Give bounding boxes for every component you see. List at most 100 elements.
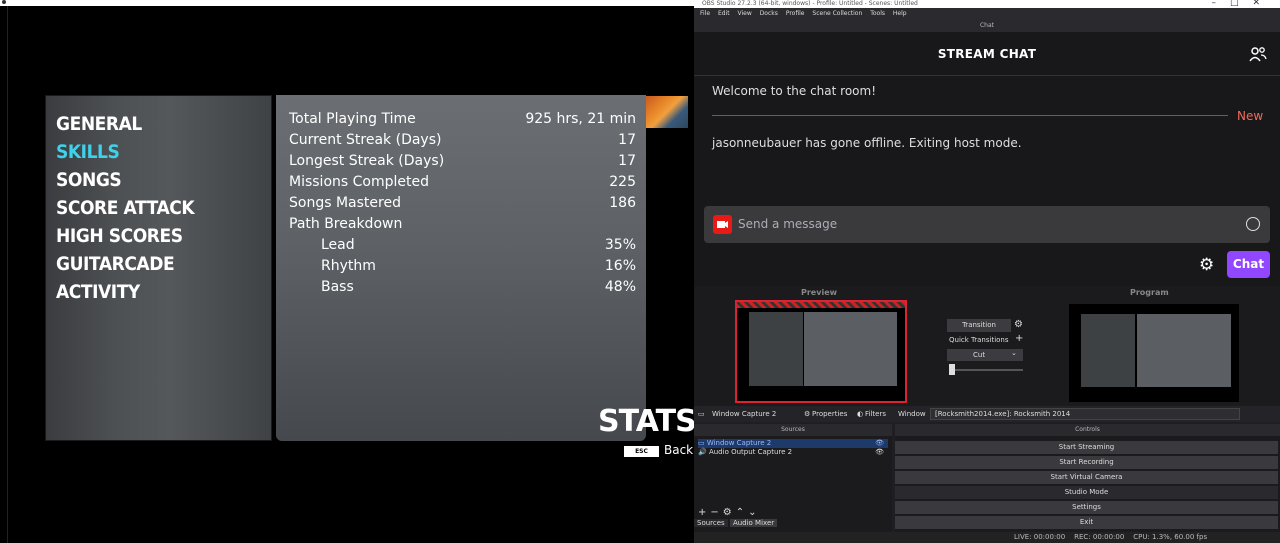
menu-item-score-attack[interactable]: SCORE ATTACK [56,197,195,219]
start-recording-button[interactable]: Start Recording [895,456,1278,469]
add-icon[interactable]: + [698,507,710,518]
menu-docks[interactable]: Docks [760,10,778,17]
chat-dock-title: Chat [694,19,1280,32]
chat-message-input[interactable]: Send a message [704,206,1270,243]
stat-value: 17 [618,153,636,169]
source-toolbar: ▭ Window Capture 2 ⚙ Properties ◐ Filter… [694,406,1280,422]
stat-label: Current Streak (Days) [289,132,442,148]
filters-icon: ◐ [857,410,864,418]
quick-transitions-label: Quick Transitions [949,336,1009,344]
chat-welcome: Welcome to the chat room! [712,84,877,98]
selected-source-name: Window Capture 2 [712,410,777,418]
transition-gear-icon[interactable]: ⚙ [1014,319,1023,330]
menu-help[interactable]: Help [893,10,907,17]
eye-icon[interactable]: 👁 [875,439,884,448]
studio-mode-button[interactable]: Studio Mode [895,486,1278,499]
transition-slider-track [951,369,1023,371]
sources-dock-title: Sources [694,424,892,436]
emoji-icon[interactable] [1246,217,1260,231]
player-avatar [646,96,688,128]
start-streaming-button[interactable]: Start Streaming [895,441,1278,454]
transition-panel: Transition ⚙ Quick Transitions + Cut ⌄ [947,319,1023,379]
eye-icon[interactable]: 👁 [875,448,884,457]
window-source-icon: ▭ [698,410,705,418]
move-down-icon[interactable]: ⌄ [748,507,760,518]
stat-value: 35% [604,237,636,253]
menu-item-general[interactable]: GENERAL [56,113,142,135]
sources-toolbar: +−⚙⌃⌄ [698,507,761,518]
add-icon[interactable]: + [1015,333,1023,344]
menu-profile[interactable]: Profile [786,10,805,17]
studio-mode-area: Preview Program Transition ⚙ Quick Trans… [694,286,1280,406]
window-select[interactable]: [Rocksmith2014.exe]: Rocksmith 2014 [930,408,1240,420]
window-label: Window [898,410,926,418]
source-item-label: Window Capture 2 [706,439,772,447]
camera-icon [713,215,732,234]
transition-button[interactable]: Transition [947,319,1011,332]
stat-label: Bass [321,279,354,295]
gear-icon[interactable]: ⚙ [723,507,736,518]
tab-audio-mixer[interactable]: Audio Mixer [729,519,778,527]
preview-thumb-menu [748,311,803,387]
stat-label: Missions Completed [289,174,429,190]
users-icon[interactable] [1249,46,1267,62]
menu-edit[interactable]: Edit [718,10,730,17]
stat-value: 16% [604,258,636,274]
source-item[interactable]: 🔊 Audio Output Capture 2 👁 [698,448,888,457]
tab-sources[interactable]: Sources [694,519,728,527]
program-thumb-menu [1080,313,1136,388]
settings-button[interactable]: Settings [895,501,1278,514]
source-item[interactable]: ▭ Window Capture 2 👁 [698,439,888,448]
program-thumb-stats [1137,313,1231,388]
stat-label: Rhythm [321,258,376,274]
remove-icon[interactable]: − [710,507,722,518]
rec-status: REC: 00:00:00 [1074,533,1125,541]
message-placeholder: Send a message [738,217,838,231]
stat-label: Lead [321,237,355,253]
program-screen [1069,304,1239,402]
cpu-status: CPU: 1.3%, 60.00 fps [1133,533,1208,541]
stats-detail-panel: Total Playing Time 925 hrs, 21 min Curre… [276,95,646,441]
program-label: Program [1130,288,1169,297]
exit-button[interactable]: Exit [895,516,1278,529]
properties-button[interactable]: Properties [812,406,847,422]
preview-border-stripes [737,302,905,308]
menu-item-songs[interactable]: SONGS [56,169,122,191]
preview-screen[interactable] [735,300,907,403]
new-messages-label: New [1237,109,1264,123]
new-messages-divider [712,115,1228,116]
window-title: OBS Studio 27.2.3 (64-bit, windows) - Pr… [702,0,918,7]
start-virtual-camera-button[interactable]: Start Virtual Camera [895,471,1278,484]
menu-scene-collection[interactable]: Scene Collection [812,10,862,17]
preview-label: Preview [801,288,838,297]
chat-header: STREAM CHAT [694,32,1280,76]
stat-label: Songs Mastered [289,195,401,211]
page-title: STATS [598,404,697,439]
live-status: LIVE: 00:00:00 [1014,533,1066,541]
source-item-label: Audio Output Capture 2 [708,448,793,456]
move-up-icon[interactable]: ⌃ [736,507,748,518]
menu-file[interactable]: File [700,10,710,17]
dock-tabs: Sources Audio Mixer [694,519,778,527]
stat-label: Longest Streak (Days) [289,153,445,169]
menu-item-high-scores[interactable]: HIGH SCORES [56,225,183,247]
menu-item-activity[interactable]: ACTIVITY [56,281,140,303]
gear-icon[interactable]: ⚙ [1199,255,1214,275]
chat-messages: Welcome to the chat room! New jasonneuba… [694,76,1280,286]
menu-view[interactable]: View [738,10,752,17]
window-capture-icon: ▭ [698,439,707,447]
filters-button[interactable]: Filters [865,406,886,422]
esc-key-icon[interactable]: ESC [624,446,659,457]
controls-dock: Controls Start Streaming Start Recording… [895,424,1280,543]
menu-tools[interactable]: Tools [870,10,885,17]
menu-item-skills[interactable]: SKILLS [56,141,120,163]
gear-icon: ⚙ [804,410,811,418]
stats-menu-panel: GENERAL SKILLS SONGS SCORE ATTACK HIGH S… [45,95,272,441]
window-controls[interactable]: –□✕ [1211,0,1274,8]
menu-item-guitarcade[interactable]: GUITARCADE [56,253,175,275]
transition-slider-handle[interactable] [949,364,955,375]
back-label[interactable]: Back [664,443,693,457]
stat-value: 186 [609,195,636,211]
stat-value: 225 [609,174,636,190]
chat-send-button[interactable]: Chat [1227,251,1270,278]
